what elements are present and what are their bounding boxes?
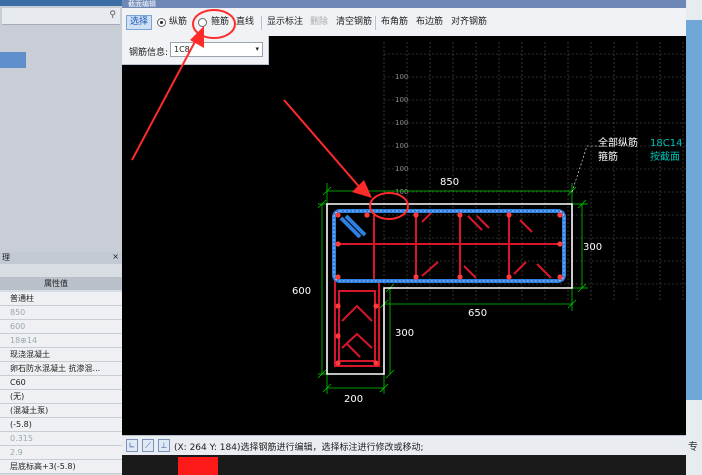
rebar-info-combo[interactable]: 1C8 ▾ — [170, 42, 263, 57]
rebar-dot — [457, 212, 463, 218]
outer-stirrup-red — [334, 211, 564, 367]
rebar-dot — [335, 212, 341, 218]
rebar-dot — [557, 274, 563, 280]
note-stirrup: 箍筋 — [598, 150, 618, 163]
right-strip-text: 专 — [688, 442, 698, 453]
rebar-dots — [335, 212, 563, 366]
right-blue-panel — [686, 20, 702, 400]
rebar-dot — [335, 303, 341, 309]
delete-button[interactable]: 删除 — [310, 17, 328, 28]
show-label-button[interactable]: 显示标注 — [267, 17, 303, 28]
stirrup-dashed-guide — [333, 210, 565, 282]
note-longitudinal-value: 18C14 — [650, 138, 682, 149]
property-row[interactable]: C60 — [0, 376, 122, 390]
edge-rebar-button[interactable]: 布边筋 — [416, 17, 443, 28]
select-button[interactable]: 选择 — [126, 15, 152, 30]
property-row[interactable]: (混凝土泵) — [0, 404, 122, 418]
property-column-header: 属性值 — [0, 277, 122, 290]
background-grid — [383, 42, 686, 301]
line-tool-button[interactable]: 直线 — [236, 17, 254, 28]
tree-selected-item[interactable] — [0, 52, 26, 68]
property-panel-header: 理 × — [0, 252, 122, 264]
grid-label: 100 — [395, 142, 408, 150]
selected-stirrup — [332, 209, 566, 283]
bottom-strip — [122, 455, 686, 475]
perpendicular-toggle-icon[interactable]: ⊥ — [158, 439, 170, 452]
dim-text-850: 850 — [440, 177, 459, 188]
section-drawing[interactable]: 100 100 100 100 100 100 850 300 600 650 300 2… — [122, 36, 686, 435]
rebar-dot — [335, 241, 341, 247]
toolbar-divider — [375, 16, 376, 30]
dim-text-600: 600 — [292, 286, 311, 297]
toolbar-divider — [261, 16, 262, 30]
dim-text-650: 650 — [468, 308, 487, 319]
note-stirrup-value: 按截面 — [650, 150, 680, 163]
property-row[interactable]: 850 — [0, 306, 122, 320]
clear-rebar-button[interactable]: 清空钢筋 — [336, 17, 372, 28]
radio-stirrup-label[interactable]: 箍筋 — [211, 17, 229, 28]
grid-label: 100 — [395, 119, 408, 127]
rebar-dot — [413, 274, 419, 280]
dim-text-300-inner: 300 — [395, 328, 414, 339]
rebar-dot — [557, 212, 563, 218]
chevron-down-icon[interactable]: ▾ — [255, 43, 259, 56]
rebar-dot — [506, 212, 512, 218]
rebar-dot — [557, 241, 563, 247]
property-panel-title: 理 — [2, 253, 10, 262]
rebar-info-label: 钢筋信息: — [129, 48, 169, 58]
rebar-dot — [373, 360, 379, 366]
rebar-dot — [373, 303, 379, 309]
rebar-dot — [457, 274, 463, 280]
property-row[interactable]: 600 — [0, 320, 122, 334]
property-row[interactable]: 18⊕14 — [0, 334, 122, 348]
section-outline — [326, 203, 573, 375]
align-rebar-button[interactable]: 对齐钢筋 — [451, 17, 487, 28]
rebar-dot — [335, 333, 341, 339]
red-marker — [178, 457, 218, 475]
rebar-dot — [335, 360, 341, 366]
grid-label: 100 — [395, 188, 408, 196]
tree-search-bar[interactable]: ⚲ — [2, 8, 120, 25]
leg-stirrup — [338, 290, 376, 362]
leg-tie-1 — [341, 304, 373, 322]
rebar-info-panel: 钢筋信息: 1C8 ▾ — [122, 36, 269, 65]
rebar-dot — [413, 212, 419, 218]
property-row[interactable]: 层底标高+3(-5.8) — [0, 460, 122, 474]
right-background-strip: 专 — [686, 0, 702, 475]
property-row[interactable]: (-5.8) — [0, 418, 122, 432]
rebar-dot — [335, 274, 341, 280]
dim-text-200: 200 — [344, 394, 363, 405]
rebar-info-value: 1C8 — [174, 45, 190, 54]
grid-label: 100 — [395, 73, 408, 81]
section-canvas[interactable]: 100 100 100 100 100 100 850 300 600 650 … — [122, 36, 686, 435]
rebar-dot — [506, 274, 512, 280]
dialog-title: 截面编辑 — [122, 0, 686, 8]
grid-labels: 100 100 100 100 100 100 — [395, 73, 408, 196]
radio-stirrup-icon[interactable] — [198, 18, 207, 27]
property-row[interactable]: 2.9 — [0, 446, 122, 460]
status-text: (X: 264 Y: 184)选择钢筋进行编辑，选择标注进行修改或移动; — [174, 443, 424, 453]
ortho-toggle-icon[interactable]: ∟ — [126, 439, 138, 452]
property-row[interactable]: (无) — [0, 390, 122, 404]
close-icon[interactable]: × — [112, 252, 119, 261]
property-row[interactable]: 普通柱 — [0, 292, 122, 306]
radio-longitudinal-label[interactable]: 纵筋 — [169, 17, 187, 28]
snap-toggle-icon[interactable]: ⟋ — [142, 439, 154, 452]
component-tree-panel — [0, 6, 122, 252]
search-icon[interactable]: ⚲ — [109, 10, 116, 20]
radio-longitudinal-icon[interactable] — [157, 18, 166, 27]
grid-label: 100 — [395, 96, 408, 104]
dialog-toolbar: 选择 纵筋 箍筋 直线 显示标注 删除 清空钢筋 布角筋 布边筋 对齐钢筋 — [122, 8, 686, 37]
prop-value-column-header: 属性值 — [44, 279, 68, 288]
corner-rebar-button[interactable]: 布角筋 — [381, 17, 408, 28]
property-row[interactable]: 卵石防水混凝土 抗渗混... — [0, 362, 122, 376]
note-all-longitudinal: 全部纵筋 — [598, 136, 638, 149]
leg-tie-2 — [341, 332, 373, 349]
rebar-dot — [364, 212, 370, 218]
property-row[interactable]: 现浇混凝土 — [0, 348, 122, 362]
status-bar: ∟ ⟋ ⊥ (X: 264 Y: 184)选择钢筋进行编辑，选择标注进行修改或移… — [122, 435, 686, 456]
property-row[interactable]: 0.315 — [0, 432, 122, 446]
grid-label: 100 — [395, 165, 408, 173]
dim-text-300-right: 300 — [583, 242, 602, 253]
